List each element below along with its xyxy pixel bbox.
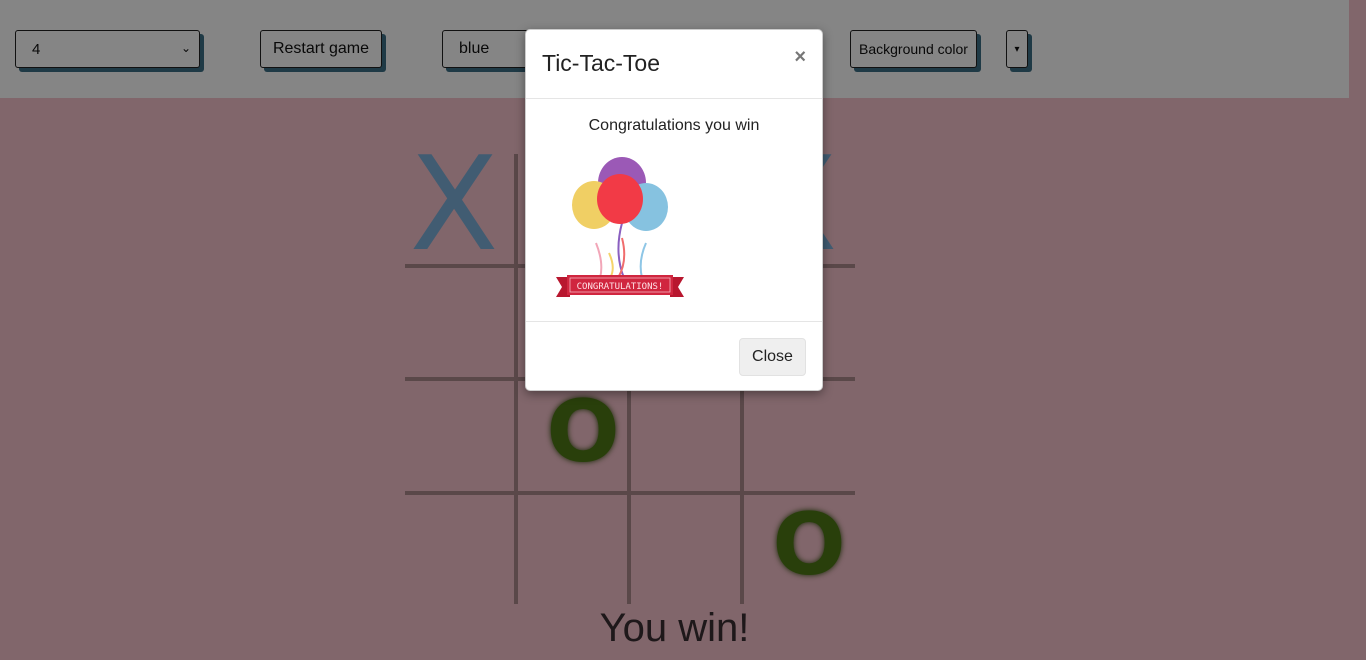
close-icon[interactable]: × [794,46,806,69]
modal-message: Congratulations you win [588,117,760,134]
modal-header: Tic-Tac-Toe × [526,30,822,99]
close-button[interactable]: Close [739,338,806,376]
banner-text: CONGRATULATIONS! [577,282,664,292]
modal-body: Congratulations you win CONGRATULATIONS! [526,99,822,321]
win-modal: Tic-Tac-Toe × Congratulations you win CO… [525,29,823,391]
modal-footer: Close [526,321,822,392]
modal-title: Tic-Tac-Toe [542,50,660,76]
balloons-image: CONGRATULATIONS! [556,157,684,297]
